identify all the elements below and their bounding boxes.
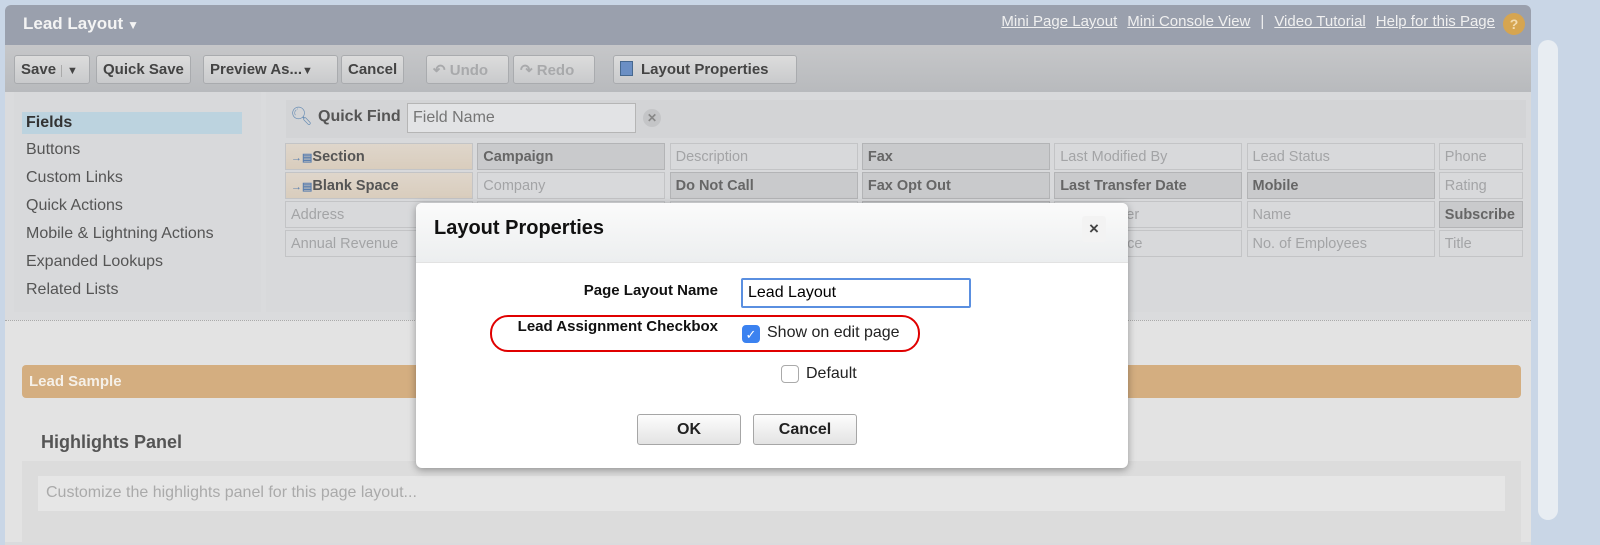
header-bar: Lead Layout ▼ Mini Page Layout Mini Conso… <box>5 5 1531 45</box>
field-label: Last Transfer Date <box>1060 178 1187 194</box>
redo-icon: ↷ <box>520 62 537 79</box>
layout-properties-dialog: Layout Properties × Page Layout Name Lea… <box>416 203 1128 468</box>
highlights-panel: Customize the highlights panel for this … <box>22 461 1521 543</box>
field-item[interactable]: Fax <box>861 143 1050 170</box>
ok-button[interactable]: OK <box>637 414 741 445</box>
field-label: Lead Status <box>1252 149 1330 165</box>
page-layout-name-label: Page Layout Name <box>583 282 718 299</box>
preview-as-button[interactable]: Preview As...▼ <box>203 55 338 84</box>
field-label: Blank Space <box>312 178 399 194</box>
field-label: Mobile <box>1252 178 1299 194</box>
field-label: No. of Employees <box>1252 236 1367 252</box>
cancel-dialog-button[interactable]: Cancel <box>753 414 857 445</box>
field-item[interactable]: Phone <box>1438 143 1523 170</box>
field-item[interactable]: Fax Opt Out <box>861 172 1050 199</box>
field-label: Description <box>675 149 749 165</box>
show-on-edit-checkbox[interactable]: ✓ <box>742 325 760 343</box>
sidebar-item-mobile-lightning-actions[interactable]: Mobile & Lightning Actions <box>26 225 214 243</box>
sidebar-item-buttons[interactable]: Buttons <box>26 141 80 159</box>
field-label: Fax <box>867 149 893 165</box>
help-icon[interactable]: ? <box>1503 13 1525 35</box>
sidebar-item-custom-links[interactable]: Custom Links <box>26 169 123 187</box>
field-label: Last Modified By <box>1060 149 1168 165</box>
undo-icon: ↶ <box>433 62 450 79</box>
highlights-panel-placeholder[interactable]: Customize the highlights panel for this … <box>38 476 1505 511</box>
page-layout-name-input[interactable] <box>741 278 971 308</box>
field-item[interactable]: No. of Employees <box>1246 230 1435 257</box>
clear-search-icon[interactable]: ✕ <box>643 109 661 127</box>
close-icon[interactable]: × <box>1082 216 1106 242</box>
field-label: Address <box>291 207 345 223</box>
drag-icon: →▤ <box>291 181 313 193</box>
field-item[interactable]: Last Modified By <box>1054 143 1243 170</box>
default-checkbox[interactable] <box>781 365 799 383</box>
cancel-button[interactable]: Cancel <box>341 55 405 84</box>
field-item[interactable]: Company <box>477 172 666 199</box>
field-label: Fax Opt Out <box>867 178 951 194</box>
sidebar-item-fields[interactable]: Fields <box>22 112 242 134</box>
field-item[interactable]: Mobile <box>1246 172 1435 199</box>
field-label: Phone <box>1444 149 1487 165</box>
help-link[interactable]: Help for this Page <box>1376 13 1495 30</box>
undo-button[interactable]: ↶ Undo <box>426 55 509 84</box>
quick-save-button[interactable]: Quick Save <box>96 55 191 84</box>
palette-sidebar: Fields Buttons Custom Links Quick Action… <box>14 92 261 312</box>
palette-item[interactable]: →▤Blank Space <box>285 172 473 199</box>
sidebar-item-related-lists[interactable]: Related Lists <box>26 281 119 299</box>
field-item[interactable]: Campaign <box>477 143 666 170</box>
default-label: Default <box>806 365 857 382</box>
redo-label: Redo <box>536 62 575 79</box>
field-item[interactable]: Lead Status <box>1246 143 1435 170</box>
dialog-title: Layout Properties <box>434 217 605 239</box>
toolbar: Save ▼ Quick Save Preview As...▼ Cancel ↶… <box>5 45 1531 92</box>
field-label: Rating <box>1444 178 1487 194</box>
undo-label: Undo <box>449 62 489 79</box>
field-item[interactable]: Name <box>1246 201 1435 228</box>
field-item[interactable]: Rating <box>1438 172 1523 199</box>
show-on-edit-label: Show on edit page <box>767 324 900 341</box>
field-label: Annual Revenue <box>291 236 399 252</box>
chevron-down-icon: ▼ <box>302 65 313 77</box>
quick-find-bar: 🔍︎ Quick Find ✕ <box>286 100 1526 138</box>
save-label: Save <box>21 61 57 78</box>
field-label: Do Not Call <box>675 178 754 194</box>
field-item[interactable]: Last Transfer Date <box>1054 172 1243 199</box>
search-icon: 🔍︎ <box>290 106 313 126</box>
field-item[interactable]: Description <box>669 143 858 170</box>
quick-find-label: Quick Find <box>318 108 401 125</box>
field-label: Name <box>1252 207 1292 223</box>
sidebar-item-expanded-lookups[interactable]: Expanded Lookups <box>26 253 163 271</box>
preview-as-label: Preview As... <box>210 61 302 78</box>
sidebar-item-quick-actions[interactable]: Quick Actions <box>26 197 123 215</box>
chevron-down-icon: ▼ <box>127 18 140 32</box>
field-item[interactable]: Do Not Call <box>669 172 858 199</box>
lead-assignment-label: Lead Assignment Checkbox <box>517 318 718 335</box>
mini-page-layout-link[interactable]: Mini Page Layout <box>1001 13 1117 30</box>
palette-item[interactable]: →▤Section <box>285 143 473 170</box>
layout-properties-button[interactable]: Layout Properties <box>613 55 797 84</box>
quick-find-input[interactable] <box>407 103 636 133</box>
video-tutorial-link[interactable]: Video Tutorial <box>1274 13 1365 30</box>
layout-title-dropdown[interactable]: Lead Layout ▼ <box>23 14 139 34</box>
highlights-panel-title: Highlights Panel <box>41 432 183 452</box>
field-item[interactable]: Title <box>1438 230 1523 257</box>
drag-icon: →▤ <box>291 152 313 164</box>
scrollbar[interactable] <box>1538 40 1558 520</box>
field-label: Section <box>312 149 365 165</box>
mini-console-view-link[interactable]: Mini Console View <box>1127 13 1250 30</box>
layout-title: Lead Layout <box>23 14 124 33</box>
dialog-header: Layout Properties × <box>416 203 1128 263</box>
redo-button[interactable]: ↷ Redo <box>513 55 595 84</box>
save-button[interactable]: Save ▼ <box>14 55 90 84</box>
layout-properties-icon <box>620 61 633 76</box>
field-label: Title <box>1444 236 1472 252</box>
field-label: Campaign <box>483 149 554 165</box>
layout-properties-label: Layout Properties <box>641 61 769 78</box>
field-item[interactable]: Subscribe <box>1438 201 1523 228</box>
chevron-down-icon[interactable]: ▼ <box>61 65 78 77</box>
field-label: Subscribe <box>1444 207 1515 223</box>
field-label: Company <box>483 178 546 194</box>
separator: | <box>1260 13 1265 30</box>
